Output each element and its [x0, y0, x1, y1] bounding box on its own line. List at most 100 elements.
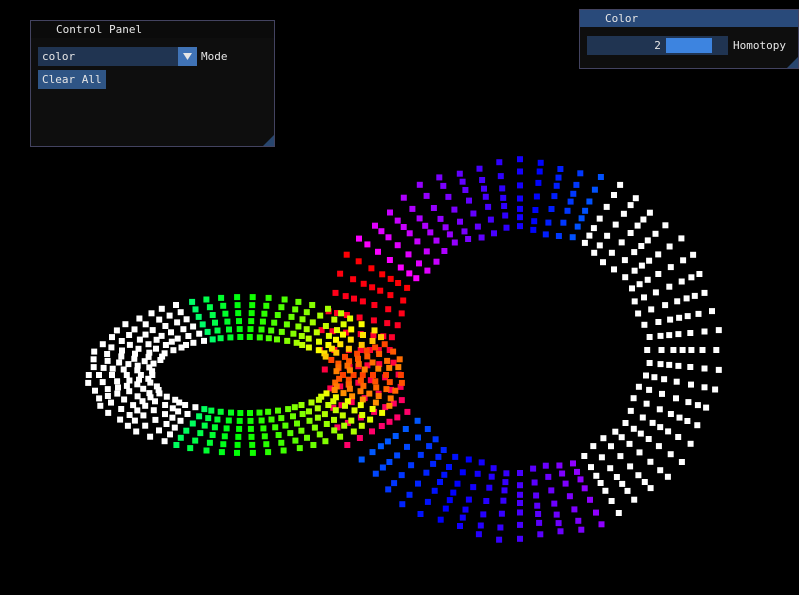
point-marker	[355, 361, 362, 368]
point-marker	[333, 368, 340, 375]
mode-label: Mode	[201, 50, 228, 63]
collapse-triangle-icon[interactable]	[39, 25, 48, 59]
homotopy-slider[interactable]: 2	[587, 36, 728, 55]
point-marker	[223, 425, 230, 432]
point-marker	[479, 177, 486, 183]
point-marker	[150, 360, 157, 367]
point-marker	[555, 174, 562, 181]
point-marker	[337, 270, 344, 277]
point-marker	[416, 260, 422, 267]
point-marker	[246, 334, 253, 340]
point-marker	[369, 428, 375, 435]
chevron-down-icon[interactable]	[178, 47, 197, 66]
control-panel-window[interactable]: Control Panel color Mode Clear All	[30, 20, 275, 147]
point-marker	[617, 181, 624, 188]
point-marker	[314, 414, 321, 421]
point-marker	[499, 185, 506, 192]
point-marker	[360, 332, 366, 338]
point-marker	[322, 353, 329, 360]
point-marker	[369, 284, 376, 291]
point-marker	[581, 453, 588, 459]
point-marker	[551, 193, 558, 200]
point-marker	[684, 418, 691, 424]
point-marker	[608, 249, 615, 256]
point-marker	[465, 236, 472, 242]
point-marker	[385, 486, 392, 493]
point-marker	[351, 295, 357, 302]
point-marker	[162, 323, 169, 329]
point-marker	[394, 414, 401, 421]
point-marker	[265, 335, 272, 342]
color-window-titlebar[interactable]: Color	[580, 10, 798, 48]
point-marker	[397, 372, 404, 378]
point-marker	[688, 381, 694, 388]
point-marker	[282, 422, 289, 429]
point-marker	[392, 433, 399, 439]
point-marker	[214, 416, 221, 423]
point-marker	[400, 194, 407, 201]
point-marker	[398, 310, 405, 317]
point-marker	[370, 372, 376, 378]
point-marker	[533, 492, 540, 499]
point-marker	[206, 304, 213, 311]
point-marker	[99, 379, 106, 386]
resize-grip-icon[interactable]	[787, 57, 798, 68]
point-marker	[227, 334, 234, 341]
point-marker	[636, 449, 643, 456]
point-marker	[119, 347, 125, 354]
point-marker	[577, 170, 584, 177]
point-marker	[517, 182, 523, 189]
point-marker	[542, 462, 549, 469]
point-marker	[388, 334, 395, 341]
point-marker	[578, 526, 585, 533]
point-marker	[665, 428, 672, 435]
resize-grip-icon[interactable]	[263, 135, 274, 146]
point-marker	[278, 415, 285, 422]
point-marker	[409, 205, 416, 212]
point-marker	[678, 278, 685, 285]
point-marker	[291, 404, 298, 411]
point-marker	[715, 366, 722, 373]
point-marker	[298, 427, 305, 434]
point-marker	[237, 410, 244, 416]
point-marker	[386, 364, 393, 371]
point-marker	[358, 321, 365, 328]
point-marker	[292, 437, 299, 444]
point-marker	[317, 312, 324, 319]
point-marker	[701, 289, 708, 296]
point-marker	[331, 387, 338, 393]
point-marker	[575, 517, 582, 524]
point-marker	[263, 441, 270, 448]
point-marker	[435, 453, 442, 460]
point-marker	[361, 366, 368, 373]
point-marker	[375, 365, 382, 372]
collapse-triangle-icon[interactable]	[588, 14, 597, 48]
point-marker	[356, 435, 363, 441]
point-marker	[357, 377, 364, 384]
control-panel-titlebar[interactable]: Control Panel	[31, 21, 274, 59]
point-marker	[247, 425, 254, 432]
clear-all-button[interactable]: Clear All	[38, 70, 106, 89]
point-marker	[359, 298, 366, 305]
point-marker	[280, 447, 287, 454]
point-marker	[400, 297, 407, 304]
point-marker	[177, 417, 184, 424]
point-marker	[640, 216, 647, 223]
point-marker	[118, 406, 125, 412]
point-marker	[548, 487, 555, 494]
point-marker	[638, 262, 645, 269]
point-marker	[358, 422, 365, 429]
point-marker	[386, 459, 393, 465]
point-marker	[234, 441, 241, 448]
point-marker	[205, 415, 212, 422]
point-marker	[209, 336, 216, 343]
mode-combo[interactable]: color	[38, 47, 197, 66]
point-marker	[123, 382, 130, 389]
point-marker	[394, 452, 401, 459]
point-marker	[306, 408, 312, 415]
point-marker	[638, 243, 645, 249]
color-window[interactable]: Color 2 Homotopy	[579, 9, 799, 69]
point-marker	[618, 434, 625, 441]
point-marker	[268, 327, 275, 334]
point-marker	[646, 257, 653, 264]
